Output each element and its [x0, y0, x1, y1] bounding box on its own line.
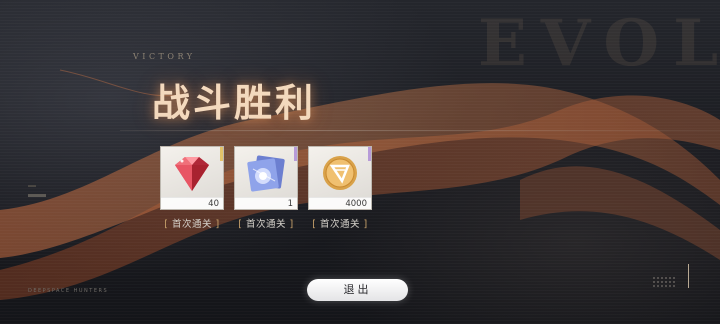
- page-title: 战斗胜利: [152, 80, 317, 125]
- reward-card[interactable]: 1: [234, 146, 298, 210]
- gold-coin-icon: [323, 156, 357, 190]
- reward-item[interactable]: 1 [ 首次通关 ]: [234, 146, 298, 230]
- rarity-marker: [368, 147, 371, 161]
- corner-caption: DEEPSPACE HUNTERS: [28, 288, 109, 294]
- exit-button[interactable]: 退出: [307, 279, 408, 301]
- blue-card-icon: [247, 155, 285, 192]
- reward-tag: [ 首次通关 ]: [164, 219, 220, 230]
- decorative-tick: [28, 194, 46, 197]
- reward-tag: [ 首次通关 ]: [238, 219, 294, 230]
- reward-card[interactable]: 4000: [308, 146, 372, 210]
- background-watermark-word: EVOL: [478, 6, 720, 81]
- rarity-marker: [220, 147, 223, 161]
- divider: [120, 130, 720, 131]
- victory-screen: EVOL VICTORY 战斗胜利 40 [ 首次通关 ] 1 [首次通关]…: [0, 0, 720, 324]
- reward-card[interactable]: 40: [160, 146, 224, 210]
- decorative-line: [688, 264, 689, 288]
- decorative-dots: [652, 276, 676, 288]
- decorative-tick: [28, 185, 36, 187]
- rarity-marker: [294, 147, 297, 161]
- reward-quantity: 1: [235, 197, 297, 209]
- reward-tag: [ 首次通关 ]: [312, 219, 368, 230]
- red-gem-icon: [175, 157, 209, 191]
- reward-item[interactable]: 40 [ 首次通关 ]: [160, 146, 224, 230]
- reward-quantity: 4000: [309, 197, 371, 209]
- reward-quantity: 40: [161, 197, 223, 209]
- victory-label: VICTORY: [133, 52, 196, 61]
- reward-item[interactable]: 4000 [ 首次通关 ]: [308, 146, 372, 230]
